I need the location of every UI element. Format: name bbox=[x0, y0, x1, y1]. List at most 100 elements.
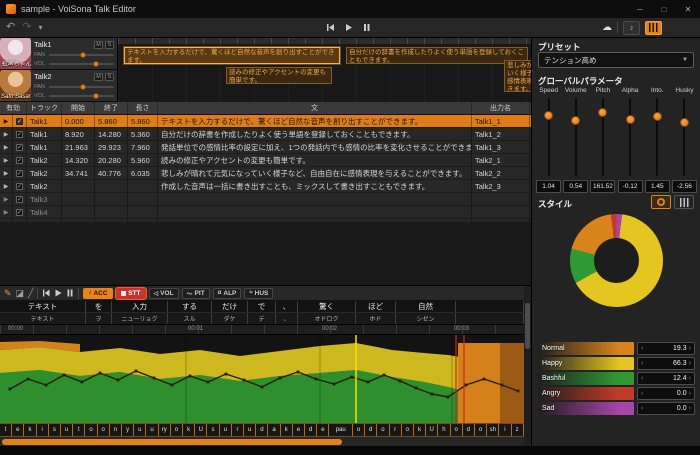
stepper-increase[interactable]: › bbox=[689, 375, 691, 382]
mode-button-vol[interactable]: ◁VOL bbox=[149, 288, 179, 299]
reading-segment[interactable]: スル bbox=[168, 313, 212, 324]
pitch-node[interactable] bbox=[189, 375, 192, 378]
phoneme-cell[interactable]: o bbox=[98, 424, 110, 436]
play-icon[interactable] bbox=[344, 23, 353, 32]
timeline[interactable]: テキストを入力するだけで、驚くほど自然な音声を創り出すことができます。自分だけの… bbox=[118, 38, 531, 102]
phoneme-cell[interactable]: n bbox=[110, 424, 122, 436]
pause-icon[interactable] bbox=[362, 23, 371, 32]
pitch-node[interactable] bbox=[297, 371, 300, 374]
word-segment[interactable]: で bbox=[248, 301, 276, 312]
play-icon[interactable] bbox=[54, 289, 62, 297]
reading-segment[interactable]: ホド bbox=[356, 313, 396, 324]
voice-avatar[interactable]: Sato Sasara bbox=[0, 70, 31, 101]
mute-button[interactable]: M bbox=[94, 73, 103, 81]
phoneme-cell[interactable]: o bbox=[353, 424, 365, 436]
pitch-node[interactable] bbox=[399, 380, 402, 383]
stepper-decrease[interactable]: ‹ bbox=[641, 375, 643, 382]
row-enabled-checkbox[interactable]: ✓ bbox=[13, 193, 27, 205]
stepper-decrease[interactable]: ‹ bbox=[641, 360, 643, 367]
style-stepper[interactable]: ‹66.3› bbox=[637, 357, 695, 370]
preset-dropdown[interactable]: テンション高め ▼ bbox=[538, 52, 694, 68]
param-value[interactable]: 1.45 bbox=[645, 180, 670, 193]
phoneme-cell[interactable]: e bbox=[293, 424, 305, 436]
phoneme-cell[interactable]: e bbox=[317, 424, 329, 436]
column-header[interactable]: 長さ bbox=[128, 102, 158, 114]
vol-knob[interactable] bbox=[93, 93, 99, 99]
mode-button-hus[interactable]: ≈HUS bbox=[244, 288, 273, 299]
pitch-node[interactable] bbox=[207, 381, 210, 384]
cloud-sync-icon[interactable]: ☁ bbox=[602, 23, 612, 33]
param-value[interactable]: 161.52 bbox=[590, 180, 615, 193]
phoneme-cell[interactable]: d bbox=[305, 424, 317, 436]
phoneme-cell[interactable]: o bbox=[85, 424, 97, 436]
pan-slider[interactable] bbox=[49, 54, 114, 56]
phoneme-cell[interactable]: k bbox=[24, 424, 36, 436]
style-bar-angry[interactable]: Angry bbox=[538, 387, 634, 400]
phoneme-cell[interactable]: o bbox=[451, 424, 463, 436]
style-pie-view-button[interactable] bbox=[651, 195, 671, 209]
table-row[interactable]: ▶✓Talk121.96329.9237.960発話単位での感情比率の設定に加え… bbox=[0, 141, 531, 154]
scrollbar-thumb[interactable] bbox=[2, 439, 342, 445]
solo-button[interactable]: S bbox=[105, 41, 114, 49]
style-bar-normal[interactable]: Normal bbox=[538, 342, 634, 355]
minimize-button[interactable]: ─ bbox=[628, 0, 652, 18]
row-enabled-checkbox[interactable]: ✓ bbox=[13, 141, 27, 153]
stepper-decrease[interactable]: ‹ bbox=[641, 405, 643, 412]
param-value[interactable]: 1.04 bbox=[536, 180, 561, 193]
phoneme-cell[interactable]: k bbox=[281, 424, 293, 436]
reading-segment[interactable]: ダケ bbox=[212, 313, 248, 324]
phoneme-cell[interactable]: s bbox=[49, 424, 61, 436]
pitch-node[interactable] bbox=[171, 384, 174, 387]
pitch-node[interactable] bbox=[483, 378, 486, 381]
pitch-node[interactable] bbox=[351, 376, 354, 379]
param-slider[interactable] bbox=[589, 96, 616, 178]
phoneme-cell[interactable]: d bbox=[463, 424, 475, 436]
checkbox-icon[interactable]: ✓ bbox=[16, 170, 23, 177]
reading-segment[interactable]: シゼン bbox=[396, 313, 456, 324]
reading-segment[interactable]: ヲ bbox=[86, 313, 112, 324]
phoneme-cell[interactable]: e bbox=[12, 424, 24, 436]
solo-button[interactable]: S bbox=[105, 73, 114, 81]
checkbox-icon[interactable]: ✓ bbox=[16, 196, 23, 203]
table-row[interactable]: ▶✓Talk18.92014.2805.360自分だけの辞書を作成したりよく使う… bbox=[0, 128, 531, 141]
row-play-icon[interactable]: ▶ bbox=[0, 128, 13, 140]
pitch-node[interactable] bbox=[431, 393, 434, 396]
style-stepper[interactable]: ‹19.3› bbox=[637, 342, 695, 355]
pitch-node[interactable] bbox=[333, 383, 336, 386]
phoneme-cell[interactable]: ry bbox=[159, 424, 171, 436]
pan-knob[interactable] bbox=[80, 84, 86, 90]
row-play-icon[interactable]: ▶ bbox=[0, 180, 13, 192]
row-play-icon[interactable]: ▶ bbox=[0, 154, 13, 166]
column-header[interactable]: 出力名 bbox=[472, 102, 530, 114]
mute-button[interactable]: M bbox=[94, 41, 103, 49]
mode-button-alp[interactable]: αALP bbox=[213, 288, 242, 299]
pitch-node[interactable] bbox=[447, 396, 450, 399]
phoneme-cell[interactable]: i bbox=[37, 424, 49, 436]
slider-knob[interactable] bbox=[626, 115, 635, 124]
phoneme-cell[interactable]: y bbox=[122, 424, 134, 436]
pitch-node[interactable] bbox=[153, 377, 156, 380]
phoneme-cell[interactable]: s bbox=[207, 424, 219, 436]
phoneme-cell[interactable]: r bbox=[232, 424, 244, 436]
word-segment[interactable]: を bbox=[86, 301, 112, 312]
phoneme-cell[interactable]: d bbox=[365, 424, 377, 436]
phoneme-cell[interactable]: u bbox=[146, 424, 158, 436]
timeline-ruler[interactable] bbox=[118, 38, 531, 44]
timeline-block[interactable]: 悲しみが晴れて元気になっていく様子など、自由自在に感情表現を与えることができます… bbox=[504, 60, 531, 92]
pitch-node[interactable] bbox=[99, 372, 102, 375]
eraser-tool-icon[interactable]: ◪ bbox=[16, 289, 25, 298]
phoneme-cell[interactable]: o bbox=[377, 424, 389, 436]
phoneme-cell[interactable]: d bbox=[256, 424, 268, 436]
row-enabled-checkbox[interactable]: ✓ bbox=[13, 115, 27, 127]
phoneme-cell[interactable]: o bbox=[171, 424, 183, 436]
line-tool-icon[interactable]: ╱ bbox=[28, 289, 33, 298]
history-dropdown-icon[interactable]: ▾ bbox=[38, 24, 42, 32]
pitch-node[interactable] bbox=[367, 381, 370, 384]
row-play-icon[interactable]: ▶ bbox=[0, 141, 13, 153]
track-card-talk2[interactable]: Sato Sasara Talk2 M S PAN VOL bbox=[0, 70, 118, 102]
word-segment[interactable]: 、 bbox=[276, 301, 298, 312]
reading-segment[interactable]: 、 bbox=[276, 313, 298, 324]
phoneme-cell[interactable]: U bbox=[195, 424, 207, 436]
reading-segment[interactable]: デ bbox=[248, 313, 276, 324]
voice-library-button[interactable]: ♪ bbox=[623, 21, 640, 35]
